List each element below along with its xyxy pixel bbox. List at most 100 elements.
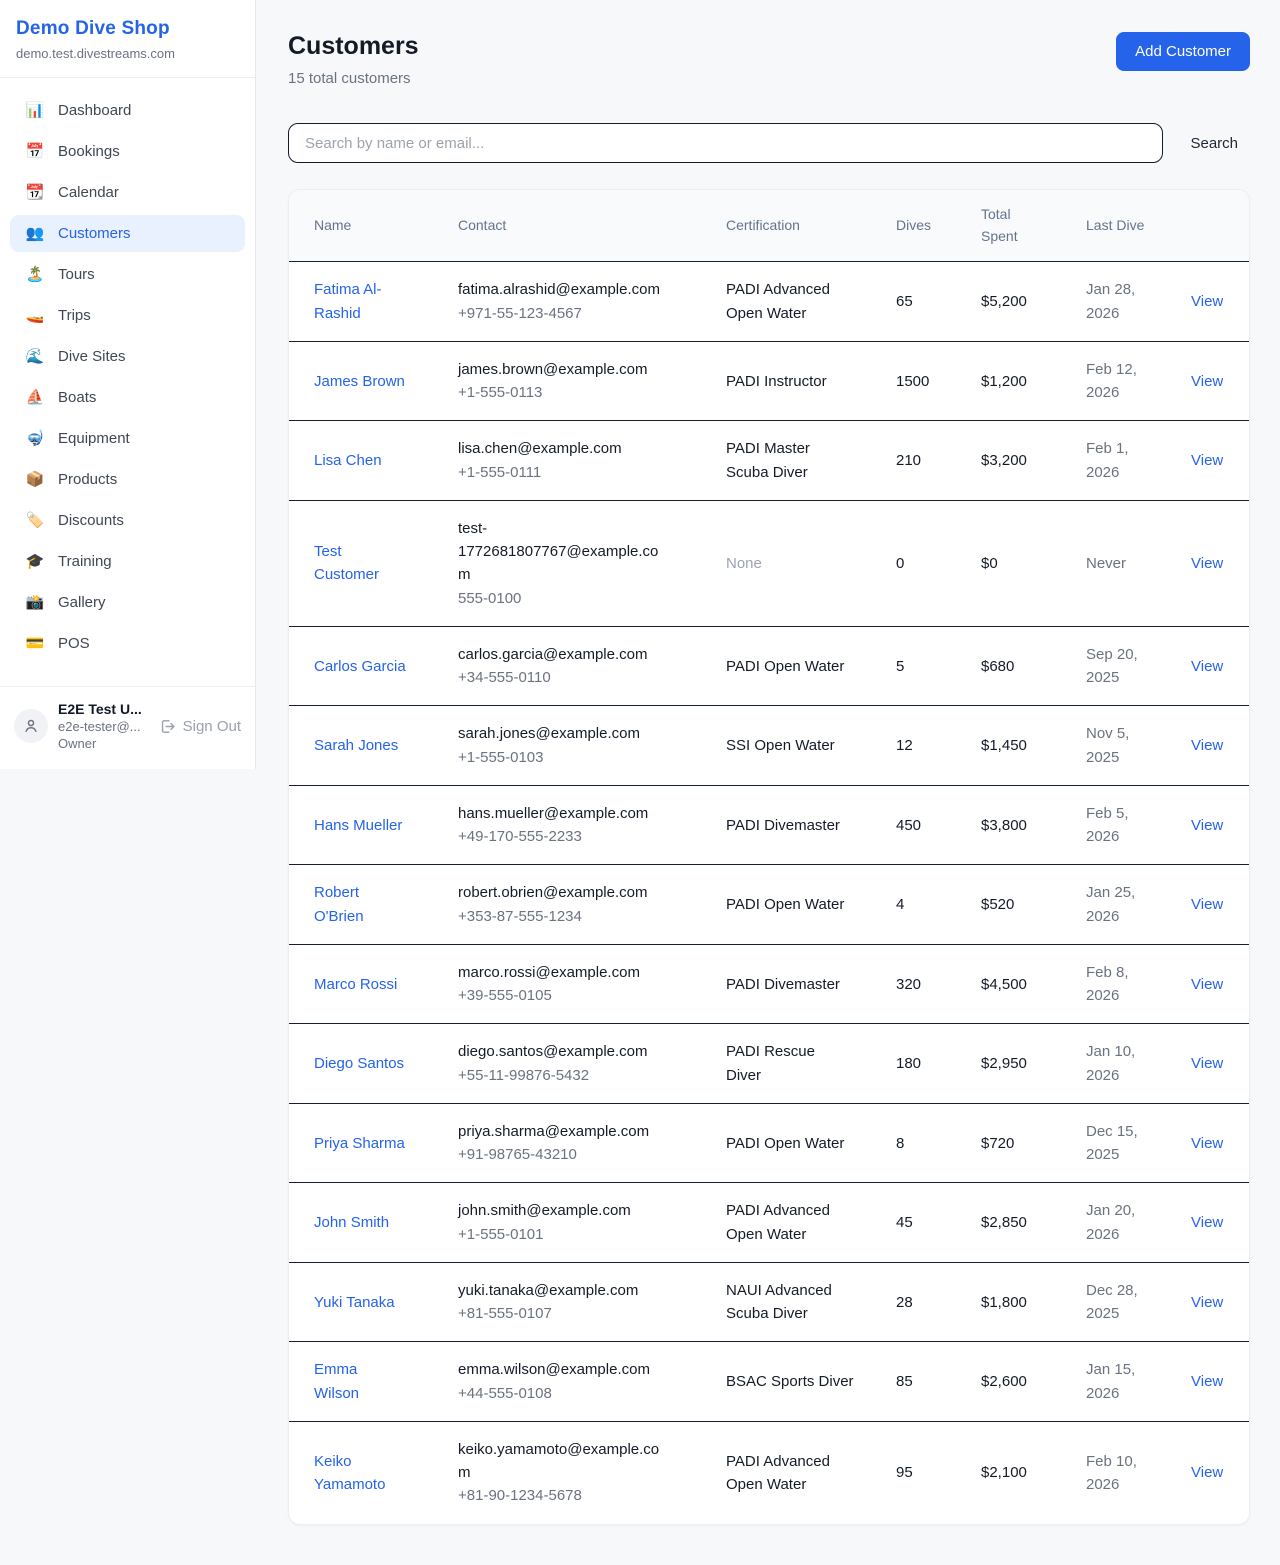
customer-last-dive: Feb 8, 2026 [1062, 945, 1167, 1024]
table-row: John Smith john.smith@example.com +1-555… [289, 1183, 1249, 1263]
customer-name-link[interactable]: Priya Sharma [314, 1132, 405, 1155]
customer-name-link[interactable]: James Brown [314, 370, 405, 393]
discounts-icon: 🏷️ [25, 513, 45, 528]
view-customer-link[interactable]: View [1191, 452, 1223, 469]
customer-dives: 210 [872, 433, 957, 488]
customer-certification: PADI Advanced Open Water [702, 1434, 872, 1513]
sidebar-item-bookings[interactable]: 📅 Bookings [10, 133, 245, 170]
table-row: Diego Santos diego.santos@example.com +5… [289, 1024, 1249, 1104]
view-customer-link[interactable]: View [1191, 1055, 1223, 1072]
customer-total-spent: $3,800 [957, 798, 1062, 853]
customer-dives: 85 [872, 1354, 957, 1409]
customer-dives: 4 [872, 877, 957, 932]
customers-icon: 👥 [25, 226, 45, 241]
bookings-icon: 📅 [25, 144, 45, 159]
customer-name-link[interactable]: Robert O'Brien [314, 881, 406, 928]
customer-phone: +91-98765-43210 [458, 1143, 686, 1166]
customer-name-link[interactable]: John Smith [314, 1211, 389, 1234]
column-header-certification: Certification [702, 194, 872, 258]
title-block: Customers 15 total customers [288, 32, 419, 87]
sidebar-item-boats[interactable]: ⛵ Boats [10, 379, 245, 416]
customer-name-link[interactable]: Keiko Yamamoto [314, 1450, 406, 1497]
view-customer-link[interactable]: View [1191, 1373, 1223, 1390]
view-customer-link[interactable]: View [1191, 555, 1223, 572]
table-row: Test Customer test-1772681807767@example… [289, 501, 1249, 627]
customer-total-spent: $3,200 [957, 433, 1062, 488]
customer-certification: NAUI Advanced Scuba Diver [702, 1263, 872, 1342]
shop-title: Demo Dive Shop [16, 18, 239, 40]
sidebar-item-trips[interactable]: 🚤 Trips [10, 297, 245, 334]
view-customer-link[interactable]: View [1191, 1214, 1223, 1231]
customer-name-link[interactable]: Carlos Garcia [314, 655, 406, 678]
customer-name-link[interactable]: Marco Rossi [314, 973, 397, 996]
customer-name-link[interactable]: Emma Wilson [314, 1358, 406, 1405]
sidebar-item-training[interactable]: 🎓 Training [10, 543, 245, 580]
customer-name-link[interactable]: Diego Santos [314, 1052, 404, 1075]
customer-last-dive: Nov 5, 2025 [1062, 706, 1167, 785]
customer-certification: None [702, 536, 872, 591]
view-customer-link[interactable]: View [1191, 896, 1223, 913]
sidebar-item-discounts[interactable]: 🏷️ Discounts [10, 502, 245, 539]
view-customer-link[interactable]: View [1191, 976, 1223, 993]
search-button[interactable]: Search [1190, 135, 1238, 152]
add-customer-button[interactable]: Add Customer [1116, 32, 1250, 71]
table-row: Carlos Garcia carlos.garcia@example.com … [289, 627, 1249, 707]
sidebar-item-dive-sites[interactable]: 🌊 Dive Sites [10, 338, 245, 375]
sign-out-button[interactable]: Sign Out [159, 718, 241, 735]
table-row: Hans Mueller hans.mueller@example.com +4… [289, 786, 1249, 866]
table-row: James Brown james.brown@example.com +1-5… [289, 342, 1249, 422]
customer-total-spent: $1,200 [957, 354, 1062, 409]
sidebar-item-tours[interactable]: 🏝️ Tours [10, 256, 245, 293]
customer-contact: hans.mueller@example.com +49-170-555-223… [434, 786, 702, 865]
customer-total-spent: $680 [957, 639, 1062, 694]
search-input[interactable] [288, 123, 1163, 163]
customer-certification: PADI Rescue Diver [702, 1024, 872, 1103]
customer-dives: 45 [872, 1195, 957, 1250]
sidebar-header: Demo Dive Shop demo.test.divestreams.com [0, 0, 255, 78]
customer-name-link[interactable]: Test Customer [314, 540, 406, 587]
customer-contact: diego.santos@example.com +55-11-99876-54… [434, 1024, 702, 1103]
customer-total-spent: $2,950 [957, 1036, 1062, 1091]
customer-phone: +1-555-0111 [458, 461, 686, 484]
view-customer-link[interactable]: View [1191, 658, 1223, 675]
view-customer-link[interactable]: View [1191, 293, 1223, 310]
sidebar-item-gallery[interactable]: 📸 Gallery [10, 584, 245, 621]
view-customer-link[interactable]: View [1191, 1135, 1223, 1152]
sidebar-item-products[interactable]: 📦 Products [10, 461, 245, 498]
customer-contact: priya.sharma@example.com +91-98765-43210 [434, 1104, 702, 1183]
customer-phone: +81-555-0107 [458, 1302, 686, 1325]
customer-last-dive: Jan 15, 2026 [1062, 1342, 1167, 1421]
table-header-row: Name Contact Certification Dives Total S… [289, 190, 1249, 262]
customer-phone: +971-55-123-4567 [458, 302, 686, 325]
sidebar-item-customers[interactable]: 👥 Customers [10, 215, 245, 252]
view-customer-link[interactable]: View [1191, 1294, 1223, 1311]
dashboard-icon: 📊 [25, 103, 45, 118]
customer-name-link[interactable]: Lisa Chen [314, 449, 382, 472]
customer-contact: fatima.alrashid@example.com +971-55-123-… [434, 262, 702, 341]
view-customer-link[interactable]: View [1191, 373, 1223, 390]
customer-email: james.brown@example.com [458, 358, 670, 381]
sidebar-nav: 📊 Dashboard 📅 Bookings 📆 Calendar 👥 Cust… [0, 78, 255, 676]
sidebar-item-pos[interactable]: 💳 POS [10, 625, 245, 662]
customer-email: keiko.yamamoto@example.com [458, 1438, 670, 1485]
customer-dives: 320 [872, 957, 957, 1012]
customer-name-link[interactable]: Sarah Jones [314, 734, 398, 757]
sidebar-item-dashboard[interactable]: 📊 Dashboard [10, 92, 245, 129]
customer-count: 15 total customers [288, 70, 419, 87]
customer-name-link[interactable]: Yuki Tanaka [314, 1291, 395, 1314]
main-header: Customers 15 total customers Add Custome… [288, 32, 1250, 87]
gallery-icon: 📸 [25, 595, 45, 610]
customer-name-link[interactable]: Hans Mueller [314, 814, 402, 837]
customer-email: lisa.chen@example.com [458, 437, 670, 460]
sidebar-item-equipment[interactable]: 🤿 Equipment [10, 420, 245, 457]
customer-name-link[interactable]: Fatima Al-Rashid [314, 278, 406, 325]
customer-certification: PADI Instructor [702, 354, 872, 409]
customer-certification: PADI Divemaster [702, 798, 872, 853]
sidebar-item-calendar[interactable]: 📆 Calendar [10, 174, 245, 211]
view-customer-link[interactable]: View [1191, 817, 1223, 834]
view-customer-link[interactable]: View [1191, 737, 1223, 754]
customer-dives: 28 [872, 1275, 957, 1330]
view-customer-link[interactable]: View [1191, 1464, 1223, 1481]
customer-certification: PADI Open Water [702, 877, 872, 932]
customer-email: marco.rossi@example.com [458, 961, 670, 984]
